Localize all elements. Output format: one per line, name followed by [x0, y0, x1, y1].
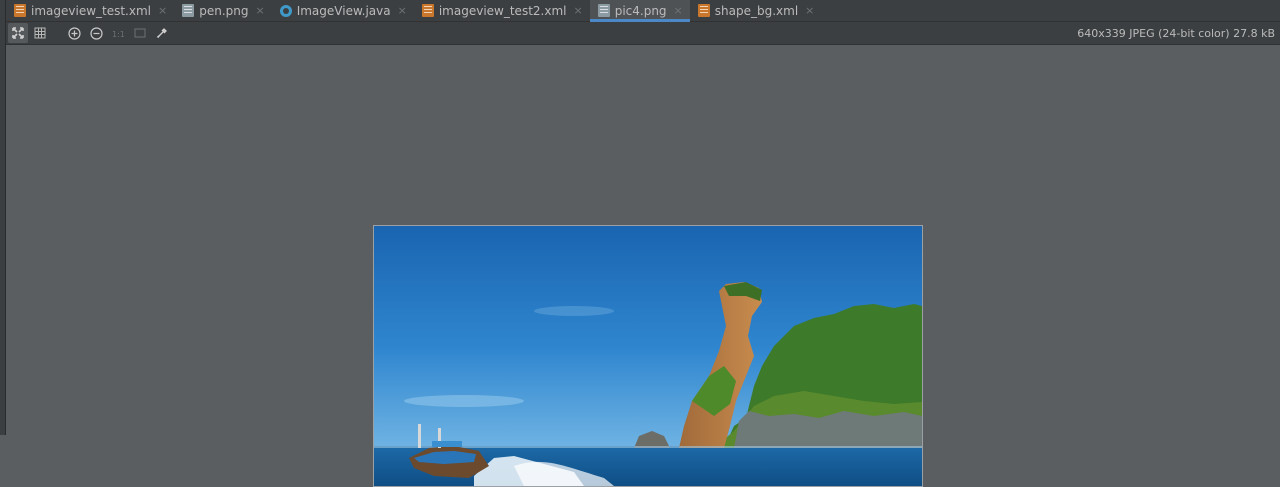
- tab-pic4-png[interactable]: pic4.png ×: [589, 0, 690, 22]
- tab-label: pen.png: [199, 3, 249, 18]
- image-preview: [373, 225, 923, 487]
- image-file-icon: [597, 4, 610, 17]
- tab-pen-png[interactable]: pen.png ×: [174, 0, 271, 21]
- tab-label: imageview_test.xml: [31, 3, 151, 18]
- actual-size-icon: 1:1: [112, 30, 124, 38]
- xml-file-icon: [421, 4, 434, 17]
- tab-imageview-java[interactable]: ImageView.java ×: [272, 0, 414, 21]
- close-icon[interactable]: ×: [674, 4, 683, 17]
- seascape-photo-image: [374, 226, 922, 486]
- tab-imageview-test2-xml[interactable]: imageview_test2.xml ×: [414, 0, 590, 21]
- zoom-out-button[interactable]: [86, 23, 106, 43]
- tab-label: shape_bg.xml: [714, 3, 799, 18]
- zoom-out-icon: [89, 26, 103, 40]
- xml-file-icon: [697, 4, 710, 17]
- tab-imageview-test-xml[interactable]: imageview_test.xml ×: [6, 0, 174, 21]
- background-icon: [134, 28, 146, 38]
- image-file-icon: [182, 4, 195, 17]
- actual-size-button[interactable]: 1:1: [108, 23, 128, 43]
- background-button[interactable]: [130, 23, 150, 43]
- zoom-in-button[interactable]: [64, 23, 84, 43]
- java-class-icon: [279, 4, 292, 17]
- image-info-label: 640x339 JPEG (24-bit color) 27.8 kB: [1077, 26, 1275, 40]
- grid-button[interactable]: [30, 23, 50, 43]
- tab-label: imageview_test2.xml: [438, 3, 567, 18]
- image-editor-toolbar: 1:1 640x339 JPEG (24-bit color) 27.8 kB: [6, 22, 1280, 45]
- tab-shape-bg-xml[interactable]: shape_bg.xml ×: [690, 0, 822, 21]
- close-icon[interactable]: ×: [398, 4, 407, 17]
- fit-to-window-icon: [12, 27, 24, 39]
- grid-icon: [34, 27, 46, 39]
- close-icon[interactable]: ×: [255, 4, 264, 17]
- eyedropper-icon: [156, 28, 167, 39]
- image-canvas: [6, 45, 1280, 487]
- xml-file-icon: [14, 4, 26, 17]
- close-icon[interactable]: ×: [573, 4, 582, 17]
- tab-label: pic4.png: [614, 3, 667, 18]
- zoom-in-icon: [67, 26, 81, 40]
- color-picker-button[interactable]: [152, 23, 172, 43]
- tab-label: ImageView.java: [296, 3, 391, 18]
- svg-text:1:1: 1:1: [112, 30, 124, 38]
- editor-tab-bar: imageview_test.xml × pen.png × ImageView…: [6, 0, 1280, 22]
- close-icon[interactable]: ×: [805, 4, 814, 17]
- close-icon[interactable]: ×: [158, 4, 167, 17]
- fit-to-window-button[interactable]: [8, 23, 28, 43]
